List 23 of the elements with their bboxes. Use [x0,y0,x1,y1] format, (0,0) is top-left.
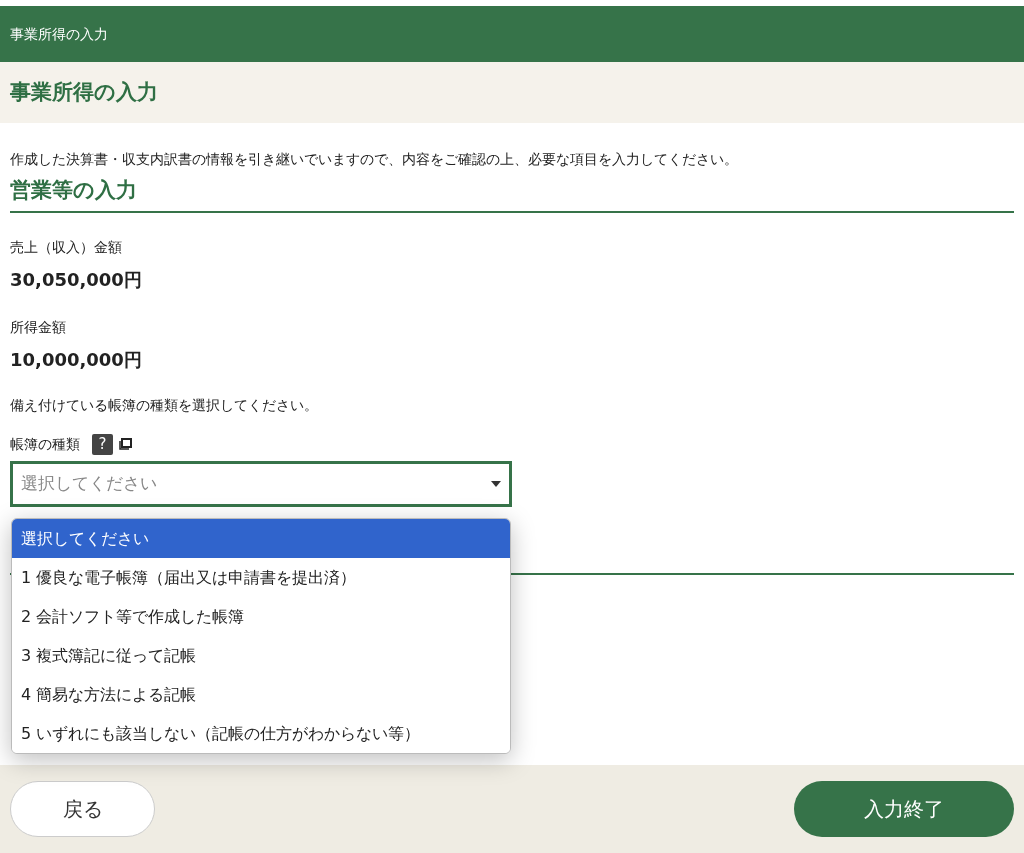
dropdown-option[interactable]: 選択してください [12,519,510,558]
instruction-text: 備え付けている帳簿の種類を選択してください。 [10,395,319,415]
field-value: 10,000,000円 [10,347,143,372]
page-title: 事業所得の入力 [10,78,158,106]
dropdown-option[interactable]: 1 優良な電子帳簿（届出又は申請書を提出済） [12,558,510,597]
dropdown-option[interactable]: 5 いずれにも該当しない（記帳の仕方がわからない等） [12,714,510,753]
caret-icon [491,480,501,487]
window-icon[interactable] [119,438,132,450]
select-field[interactable]: 選択してください [10,460,512,507]
help-button[interactable]: ? [92,433,113,455]
select-placeholder: 選択してください [21,471,157,495]
field-label: 所得金額 [10,317,67,337]
field-value: 30,050,000円 [10,267,143,292]
header-title: 事業所得の入力 [10,24,108,44]
field-label: 売上（収入）金額 [10,237,123,257]
dropdown-option[interactable]: 2 会計ソフト等で作成した帳簿 [12,597,510,636]
back-button[interactable]: 戻る [10,781,155,837]
intro-text: 作成した決算書・収支内訳書の情報を引き継いでいますので、内容をご確認の上、必要な項目を入力してください。 [10,150,739,169]
select-label: 帳簿の種類 [10,434,80,454]
section-title: 営業等の入力 [10,177,138,204]
finish-button[interactable]: 入力終了 [794,781,1014,837]
dropdown-option[interactable]: 4 簡易な方法による記帳 [12,675,510,714]
dropdown-option[interactable]: 3 複式簿記に従って記帳 [12,636,510,675]
